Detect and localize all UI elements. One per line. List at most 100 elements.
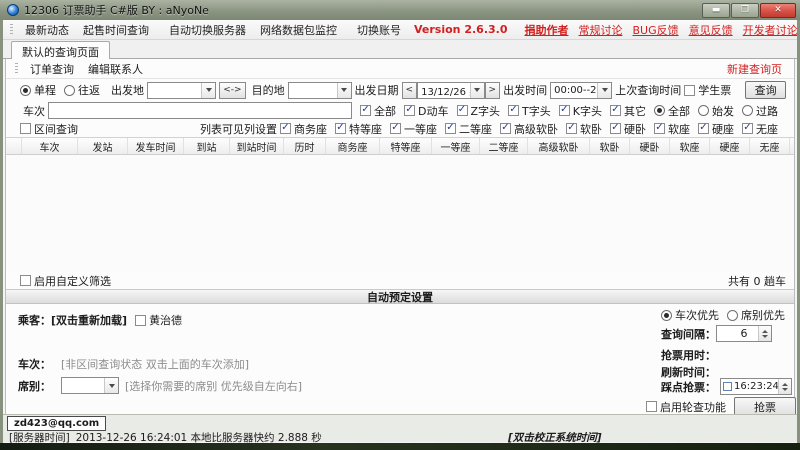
- train-no-input[interactable]: [48, 102, 352, 119]
- link-donate[interactable]: 捐助作者: [524, 22, 568, 38]
- link-suggestions[interactable]: 意见反馈: [689, 22, 733, 38]
- chevron-down-icon[interactable]: [201, 82, 216, 98]
- menu-order-query[interactable]: 订单查询: [23, 59, 81, 79]
- checkbox-icon: [698, 123, 709, 134]
- spinner-arrows-icon[interactable]: [778, 379, 791, 394]
- interval-label: 查询间隔：: [661, 327, 716, 341]
- origin-pass[interactable]: 过路: [742, 103, 778, 119]
- menu-auto-switch-server[interactable]: 自动切换服务器: [162, 20, 253, 39]
- col-business[interactable]: 商务座: [280, 121, 327, 137]
- train-type-d[interactable]: D动车: [404, 103, 449, 119]
- seat-class-select[interactable]: [61, 377, 119, 394]
- radio-one-way[interactable]: 单程: [20, 82, 56, 98]
- menu-sale-time-query[interactable]: 起售时间查询: [76, 20, 156, 39]
- date-picker[interactable]: 13/12/26 星期四: [417, 81, 485, 99]
- maximize-button[interactable]: ❐: [731, 2, 759, 18]
- chevron-down-icon[interactable]: [469, 82, 484, 98]
- link-dev-discussion[interactable]: 开发者讨论: [743, 22, 797, 38]
- col-premier[interactable]: 特等座: [335, 121, 382, 137]
- col-first[interactable]: 一等座: [390, 121, 437, 137]
- passenger-name: 黄治德: [149, 314, 183, 327]
- from-station-select[interactable]: [147, 81, 217, 99]
- priority-train-radio[interactable]: 车次优先: [661, 307, 719, 323]
- menu-packet-monitor[interactable]: 网络数据包监控: [253, 20, 344, 39]
- student-ticket-checkbox[interactable]: 学生票: [684, 82, 731, 98]
- col-soft-sleeper[interactable]: 软卧: [566, 121, 602, 137]
- col-header[interactable]: 硬座: [710, 138, 750, 154]
- col-header[interactable]: 到站时间: [230, 138, 284, 154]
- visible-columns-label: 列表可见列设置: [200, 122, 277, 136]
- checkbox-icon: [335, 123, 346, 134]
- train-type-all[interactable]: 全部: [360, 103, 396, 119]
- col-header[interactable]: 软座: [670, 138, 710, 154]
- menu-edit-contacts[interactable]: 编辑联系人: [81, 59, 150, 79]
- col-header[interactable]: 高级软卧: [528, 138, 590, 154]
- radio-round-trip[interactable]: 往返: [64, 82, 100, 98]
- new-query-page-link[interactable]: 新建查询页: [727, 61, 786, 77]
- results-table-body[interactable]: [6, 155, 794, 272]
- time-range-select[interactable]: 00:00--24:00: [550, 81, 613, 99]
- col-header-filler: [790, 138, 794, 154]
- date-label: 出发日期: [354, 84, 399, 97]
- link-bug-feedback[interactable]: BUG反馈: [632, 22, 678, 38]
- priority-seat-label: 席别优先: [741, 309, 785, 322]
- col-deluxe-sleeper[interactable]: 高级软卧: [500, 121, 558, 137]
- chevron-down-icon[interactable]: [597, 82, 612, 98]
- col-header[interactable]: 发车时间: [128, 138, 184, 154]
- close-button[interactable]: ✕: [760, 2, 796, 18]
- toolbar-grip: [10, 23, 13, 36]
- col-header[interactable]: 历时: [284, 138, 326, 154]
- query-row-train: 车次 全部 D动车 Z字头 T字头 K字头 其它 全部 始发 过路: [6, 101, 794, 120]
- spinner-arrows-icon[interactable]: [758, 326, 771, 341]
- tab-strip: 默认的查询页面: [3, 40, 797, 59]
- col-header[interactable]: 无座: [750, 138, 790, 154]
- snipe-enable-checkbox-icon[interactable]: [723, 382, 732, 391]
- to-station-select[interactable]: [287, 81, 352, 99]
- interval-stepper[interactable]: 6: [716, 325, 772, 342]
- next-day-button[interactable]: >: [484, 81, 501, 99]
- chevron-down-icon[interactable]: [336, 82, 351, 98]
- menu-latest-news[interactable]: 最新动态: [18, 20, 76, 39]
- custom-filter-checkbox[interactable]: 启用自定义筛选: [20, 273, 111, 289]
- seat-col-label: 高级软卧: [514, 122, 558, 136]
- fix-time-hint[interactable]: [双击校正系统时间]: [508, 430, 602, 445]
- menu-switch-account[interactable]: 切换账号: [350, 20, 408, 39]
- train-type-label: Z字头: [470, 104, 501, 118]
- origin-all[interactable]: 全部: [654, 103, 690, 119]
- col-header[interactable]: 发站: [78, 138, 128, 154]
- col-header[interactable]: 车次: [22, 138, 78, 154]
- query-button[interactable]: 查询: [745, 81, 786, 99]
- col-header[interactable]: 一等座: [432, 138, 480, 154]
- train-type-z[interactable]: Z字头: [456, 103, 501, 119]
- origin-start[interactable]: 始发: [698, 103, 734, 119]
- col-hard-seat[interactable]: 硬座: [698, 121, 734, 137]
- col-header[interactable]: 硬卧: [630, 138, 670, 154]
- from-label: 出发地: [111, 84, 144, 97]
- passenger-reload-hint[interactable]: [双击重新加载]: [51, 312, 127, 328]
- train-type-other[interactable]: 其它: [610, 103, 646, 119]
- link-general-discussion[interactable]: 常规讨论: [578, 22, 622, 38]
- range-query-checkbox[interactable]: 区间查询: [20, 121, 78, 137]
- passenger-checkbox[interactable]: 黄治德: [135, 312, 182, 328]
- col-header[interactable]: 到站: [184, 138, 230, 154]
- prev-day-button[interactable]: <: [401, 81, 418, 99]
- col-header[interactable]: 二等座: [480, 138, 528, 154]
- priority-seat-radio[interactable]: 席别优先: [727, 307, 785, 323]
- col-soft-seat[interactable]: 软座: [654, 121, 690, 137]
- train-type-k[interactable]: K字头: [558, 103, 602, 119]
- tab-default-query-page[interactable]: 默认的查询页面: [11, 41, 110, 59]
- col-no-seat[interactable]: 无座: [742, 121, 778, 137]
- snipe-time-picker[interactable]: 16:23:24: [720, 378, 792, 395]
- col-hard-sleeper[interactable]: 硬卧: [610, 121, 646, 137]
- train-type-t[interactable]: T字头: [508, 103, 551, 119]
- chevron-down-icon[interactable]: [104, 378, 118, 393]
- swap-stations-button[interactable]: <->: [219, 81, 246, 99]
- one-way-label: 单程: [34, 84, 56, 97]
- col-header[interactable]: 商务座: [326, 138, 380, 154]
- minimize-button[interactable]: ▬: [702, 2, 730, 18]
- checkbox-icon: [610, 105, 621, 116]
- col-header[interactable]: 特等座: [380, 138, 432, 154]
- loop-query-checkbox[interactable]: 启用轮查功能: [646, 399, 726, 415]
- col-second[interactable]: 二等座: [445, 121, 492, 137]
- col-header[interactable]: 软卧: [590, 138, 630, 154]
